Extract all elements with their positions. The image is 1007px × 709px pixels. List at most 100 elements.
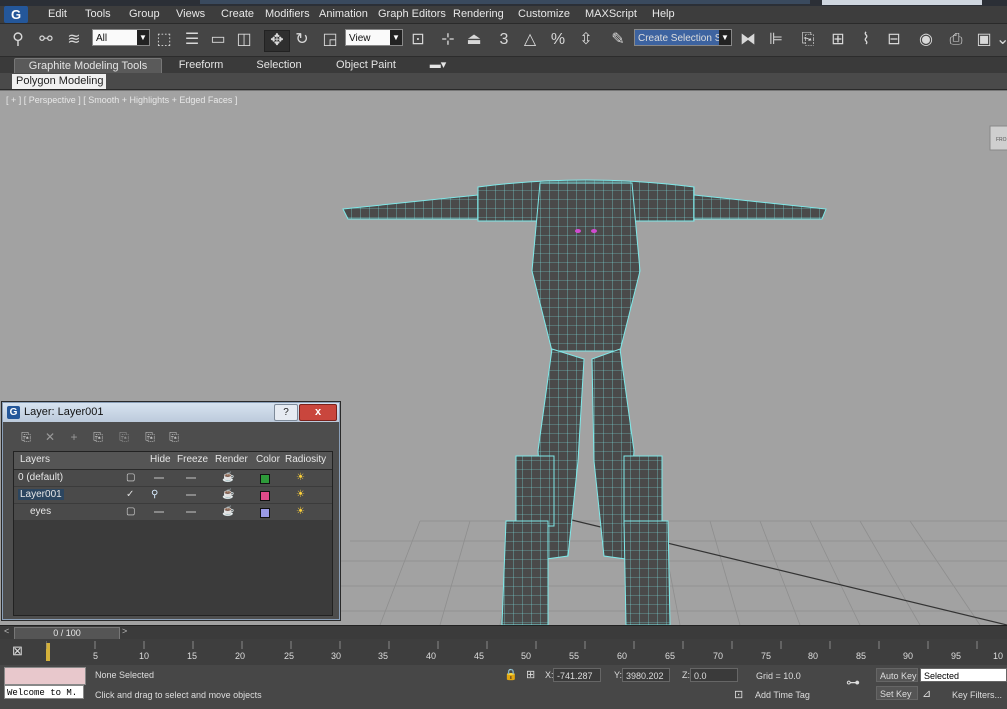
set-key-button[interactable]: Set Key [876,686,918,700]
column-radiosity[interactable]: Radiosity [285,454,326,465]
radiosity-sun-icon[interactable]: ☀ [296,472,305,483]
ribbon-options-icon[interactable]: ▬▾ [428,58,448,73]
x-coordinate-field[interactable]: -741.287 [553,668,601,682]
radiosity-sun-icon[interactable]: ☀ [296,506,305,517]
select-in-layer-icon[interactable]: ⎘ [91,430,105,444]
column-freeze[interactable]: Freeze [177,454,208,465]
layer-name[interactable]: Layer001 [18,489,64,500]
lock-icon[interactable]: 🔒 [504,668,518,681]
maxscript-listener-input[interactable]: Welcome to M. [4,685,84,699]
mirror-icon[interactable]: ⧓ [738,30,758,50]
ref-coord-dropdown[interactable]: View ▼ [345,29,403,46]
rotate-icon[interactable]: ↻ [292,30,312,50]
curve-editor-icon[interactable]: ⌇ [856,30,876,50]
select-by-name-icon[interactable]: ☰ [182,30,202,50]
pivot-icon[interactable]: ⊡ [408,30,428,50]
freeze-toggle[interactable] [186,477,196,479]
menu-tools[interactable]: Tools [85,8,111,20]
layer-manager-icon[interactable]: ⎘ [798,30,818,50]
menu-help[interactable]: Help [652,8,675,20]
layer-row[interactable]: Layer001 ✓ ⚲ ☕ ☀ [14,487,332,503]
prev-frame-icon[interactable]: < [4,626,9,636]
select-object-icon[interactable]: ⬚ [154,30,174,50]
edit-named-selection-icon[interactable]: ✎ [608,30,628,50]
select-manipulate-icon[interactable]: ⊹ [438,30,458,50]
material-editor-icon[interactable]: ◉ [916,30,936,50]
layer-color-swatch[interactable] [260,491,270,501]
highlight-layer-icon[interactable]: ⎘ [117,430,131,444]
align-icon[interactable]: ⊫ [766,30,786,50]
hide-all-icon[interactable]: ⎘ [143,430,157,444]
time-tag-icon[interactable]: ⊡ [734,688,743,701]
absolute-mode-icon[interactable]: ⊞ [526,668,535,681]
delete-layer-icon[interactable]: ✕ [43,430,57,444]
menu-customize[interactable]: Customize [518,8,570,20]
schematic-view-icon[interactable]: ⊟ [884,30,904,50]
menu-modifiers[interactable]: Modifiers [265,8,310,20]
freeze-toggle[interactable] [186,494,196,496]
move-icon[interactable]: ✥ [264,30,290,52]
layer-row[interactable]: 0 (default) ▢ ☕ ☀ [14,470,332,486]
tab-graphite-modeling-tools[interactable]: Graphite Modeling Tools [14,58,162,74]
angle-snap-icon[interactable]: △ [520,30,540,50]
mini-curve-editor-icon[interactable]: ⊠ [12,643,23,659]
close-button[interactable]: x [299,404,337,421]
search-box[interactable] [822,0,982,5]
render-production-icon[interactable]: ⌄ [996,30,1007,50]
tab-freeform[interactable]: Freeform [176,58,226,73]
tab-selection[interactable]: Selection [254,58,304,73]
layer-name[interactable]: eyes [30,506,51,517]
hide-toggle[interactable] [154,511,164,513]
key-mode-dropdown[interactable]: Selected [920,668,1007,682]
set-key-icon[interactable]: ⊶ [846,674,860,691]
layer-name[interactable]: 0 (default) [18,472,63,483]
next-frame-icon[interactable]: > [122,626,127,636]
track-bar[interactable]: ⊠ 5 10 15 20 25 30 35 40 45 50 55 60 65 … [0,639,1007,665]
menu-animation[interactable]: Animation [319,8,368,20]
teapot-render-icon[interactable]: ☕ [222,472,234,483]
add-time-tag-button[interactable]: Add Time Tag [755,690,810,700]
window-crossing-icon[interactable]: ◫ [234,30,254,50]
teapot-render-icon[interactable]: ☕ [222,489,234,500]
column-layers[interactable]: Layers [20,454,50,465]
layer-dialog-titlebar[interactable]: G Layer: Layer001 ? x [3,403,339,422]
freeze-all-icon[interactable]: ⎘ [167,430,181,444]
add-to-layer-icon[interactable]: + [67,430,81,444]
menu-edit[interactable]: Edit [48,8,67,20]
checkmark-icon[interactable]: ✓ [126,489,134,500]
keyboard-shortcut-icon[interactable]: ⏏ [464,30,484,50]
selection-filter-dropdown[interactable]: All ▼ [92,29,150,46]
menu-create[interactable]: Create [221,8,254,20]
teapot-render-icon[interactable]: ☕ [222,506,234,517]
menu-maxscript[interactable]: MAXScript [585,8,637,20]
current-layer-toggle-icon[interactable]: ▢ [126,506,135,517]
layer-row[interactable]: eyes ▢ ☕ ☀ [14,504,332,520]
menu-rendering[interactable]: Rendering [453,8,504,20]
auto-key-button[interactable]: Auto Key [876,668,918,682]
unlink-icon[interactable]: ⚯ [36,30,56,50]
layer-color-swatch[interactable] [260,474,270,484]
rect-selection-icon[interactable]: ▭ [208,30,228,50]
named-selection-dropdown[interactable]: Create Selection Se ▼ [634,29,732,46]
lightbulb-icon[interactable]: ⚲ [151,489,158,500]
column-render[interactable]: Render [215,454,248,465]
z-coordinate-field[interactable]: 0.0 [690,668,738,682]
y-coordinate-field[interactable]: 3980.202 [622,668,670,682]
app-logo-button[interactable]: G [4,6,28,23]
menu-graph-editors[interactable]: Graph Editors [378,8,446,20]
help-button[interactable]: ? [274,404,298,421]
menu-views[interactable]: Views [176,8,205,20]
viewcube[interactable]: FRO [989,125,1007,151]
time-slider[interactable]: < 0 / 100 > [0,625,1007,640]
hide-toggle[interactable] [154,477,164,479]
panel-polygon-modeling[interactable]: Polygon Modeling [12,74,106,89]
create-layer-icon[interactable]: ⎘ [19,430,33,444]
key-filters-button[interactable]: Key Filters... [952,690,1002,700]
tab-object-paint[interactable]: Object Paint [334,58,398,73]
rendered-frame-icon[interactable]: ▣ [974,30,994,50]
link-icon[interactable]: ⚲ [8,30,28,50]
radiosity-sun-icon[interactable]: ☀ [296,489,305,500]
current-layer-toggle-icon[interactable]: ▢ [126,472,135,483]
snap-toggle-icon[interactable]: 3 [494,30,514,50]
menu-group[interactable]: Group [129,8,160,20]
